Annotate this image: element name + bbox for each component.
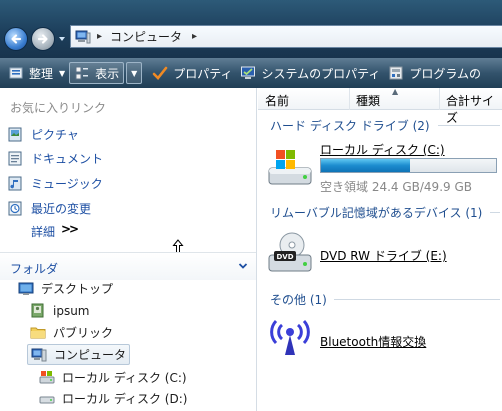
system-properties-label: システムのプロパティ bbox=[261, 66, 381, 81]
folder-icon bbox=[30, 327, 46, 339]
drive-c-usage-fill bbox=[321, 159, 411, 172]
group-divider bbox=[490, 212, 500, 213]
forward-button[interactable] bbox=[31, 27, 55, 51]
tree-item-ipsum[interactable]: ipsum bbox=[30, 303, 90, 318]
group-heading-hard-disk[interactable]: ハード ディスク ドライブ (2) bbox=[270, 117, 430, 134]
group-heading-removable[interactable]: リムーバブル記憶域があるデバイス (1) bbox=[270, 204, 482, 221]
dvd-drive-name[interactable]: DVD RW ドライブ (E:) bbox=[320, 247, 447, 264]
tree-item-computer[interactable]: コンピュータ bbox=[27, 344, 131, 365]
breadcrumb-computer[interactable]: コンピュータ bbox=[110, 28, 182, 45]
properties-button[interactable]: プロパティ bbox=[148, 60, 236, 86]
tree-item-public[interactable]: パブリック bbox=[30, 324, 113, 341]
address-bar-area: ▸ コンピュータ ▸ bbox=[0, 0, 502, 58]
computer-icon bbox=[31, 348, 47, 362]
drive-c-usage-bar bbox=[320, 158, 497, 173]
sort-ascending-icon: ▲ bbox=[392, 87, 399, 96]
system-properties-button[interactable]: システムのプロパティ bbox=[236, 60, 384, 86]
documents-icon bbox=[8, 151, 22, 166]
dropdown-arrow-icon: ▼ bbox=[59, 68, 66, 78]
user-folder-icon bbox=[31, 303, 44, 318]
svg-text:DVD: DVD bbox=[276, 253, 293, 261]
computer-icon bbox=[75, 30, 91, 43]
breadcrumb-separator[interactable]: ▸ bbox=[97, 31, 102, 42]
tree-item-label: ローカル ディスク (C:) bbox=[62, 371, 187, 385]
tree-item-local-disk-c[interactable]: ローカル ディスク (C:) bbox=[39, 369, 187, 386]
breadcrumb-separator[interactable]: ▸ bbox=[192, 31, 197, 42]
favorite-link-documents[interactable]: ドキュメント bbox=[8, 150, 103, 167]
tree-item-desktop[interactable]: デスクトップ bbox=[18, 280, 113, 297]
music-icon bbox=[8, 176, 22, 191]
bluetooth-exchange-name[interactable]: Bluetooth情報交換 bbox=[320, 333, 426, 350]
column-divider[interactable] bbox=[349, 88, 350, 110]
chevron-down-icon[interactable] bbox=[238, 261, 248, 271]
group-divider bbox=[438, 125, 500, 126]
column-divider[interactable] bbox=[439, 88, 440, 110]
favorite-link-label: ドキュメント bbox=[31, 152, 104, 166]
favorite-link-pictures[interactable]: ピクチャ bbox=[8, 126, 79, 143]
properties-label: プロパティ bbox=[173, 66, 233, 81]
tree-item-local-disk-d[interactable]: ローカル ディスク (D:) bbox=[39, 390, 187, 407]
favorite-link-label: 最近の変更 bbox=[31, 202, 92, 216]
recent-icon bbox=[8, 201, 22, 216]
pictures-icon bbox=[8, 127, 22, 142]
dvd-drive-icon: DVD bbox=[268, 232, 312, 272]
favorites-title: お気に入りリンク bbox=[10, 101, 107, 115]
view-icon bbox=[75, 66, 89, 80]
favorite-link-label: ミュージック bbox=[31, 177, 103, 191]
view-dropdown-button[interactable]: ▼ bbox=[126, 62, 143, 84]
column-header-row: 名前 種類 ▲ 合計サイズ bbox=[258, 87, 502, 125]
content-pane: 名前 種類 ▲ 合計サイズ ハード ディスク ドライブ (2) ローカル ディス… bbox=[258, 87, 502, 411]
tree-item-label: パブリック bbox=[53, 326, 114, 340]
address-box[interactable]: ▸ コンピュータ ▸ bbox=[70, 25, 502, 48]
column-header-total-size[interactable]: 合計サイズ bbox=[446, 92, 502, 126]
checkmark-icon bbox=[152, 66, 168, 80]
column-header-name[interactable]: 名前 bbox=[265, 92, 289, 109]
back-button[interactable] bbox=[4, 27, 28, 51]
view-button[interactable]: 表示 bbox=[69, 62, 125, 84]
arrow-left-icon bbox=[11, 34, 22, 44]
group-divider bbox=[334, 299, 500, 300]
tree-item-label: コンピュータ bbox=[54, 348, 127, 362]
details-link[interactable]: 詳細 bbox=[31, 223, 55, 240]
programs-button[interactable]: プログラムの bbox=[384, 60, 485, 86]
tree-item-label: ipsum bbox=[53, 303, 90, 318]
system-properties-icon bbox=[241, 66, 256, 79]
favorite-link-label: ピクチャ bbox=[31, 128, 79, 142]
recent-pages-dropdown[interactable] bbox=[58, 35, 66, 43]
tree-item-label: デスクトップ bbox=[41, 282, 114, 296]
folders-header[interactable]: フォルダ bbox=[0, 252, 256, 280]
programs-label: プログラムの bbox=[409, 66, 482, 81]
organize-button[interactable]: 整理 ▼ bbox=[4, 60, 69, 86]
navigation-pane: お気に入りリンク ピクチャ ドキュメント ミュージック 最近の変更 詳細 >> … bbox=[0, 88, 257, 411]
drive-c-free-space: 空き領域 24.4 GB/49.9 GB bbox=[320, 180, 472, 194]
dropdown-arrow-icon: ▼ bbox=[131, 68, 138, 78]
arrow-right-icon bbox=[37, 34, 48, 44]
group-heading-other[interactable]: その他 (1) bbox=[270, 291, 327, 308]
tree-item-label: ローカル ディスク (D:) bbox=[62, 392, 188, 406]
desktop-icon bbox=[18, 282, 34, 295]
organize-icon bbox=[9, 67, 23, 79]
bluetooth-icon bbox=[270, 319, 310, 355]
column-header-type[interactable]: 種類 bbox=[356, 92, 380, 109]
organize-label: 整理 bbox=[29, 66, 54, 81]
view-label: 表示 bbox=[95, 66, 120, 81]
folders-title: フォルダ bbox=[10, 262, 59, 276]
drive-icon bbox=[39, 396, 55, 404]
favorite-link-recent[interactable]: 最近の変更 bbox=[8, 200, 91, 217]
details-chevron-icon[interactable]: >> bbox=[61, 222, 79, 236]
hard-drive-icon bbox=[268, 150, 312, 185]
command-bar: 整理 ▼ 表示 ▼ プロパティ システムのプロパティ プログラムの bbox=[0, 58, 502, 88]
drive-c-name[interactable]: ローカル ディスク (C:) bbox=[320, 141, 445, 158]
favorite-link-music[interactable]: ミュージック bbox=[8, 175, 103, 192]
hard-drive-icon bbox=[39, 371, 55, 384]
programs-icon bbox=[389, 66, 403, 80]
